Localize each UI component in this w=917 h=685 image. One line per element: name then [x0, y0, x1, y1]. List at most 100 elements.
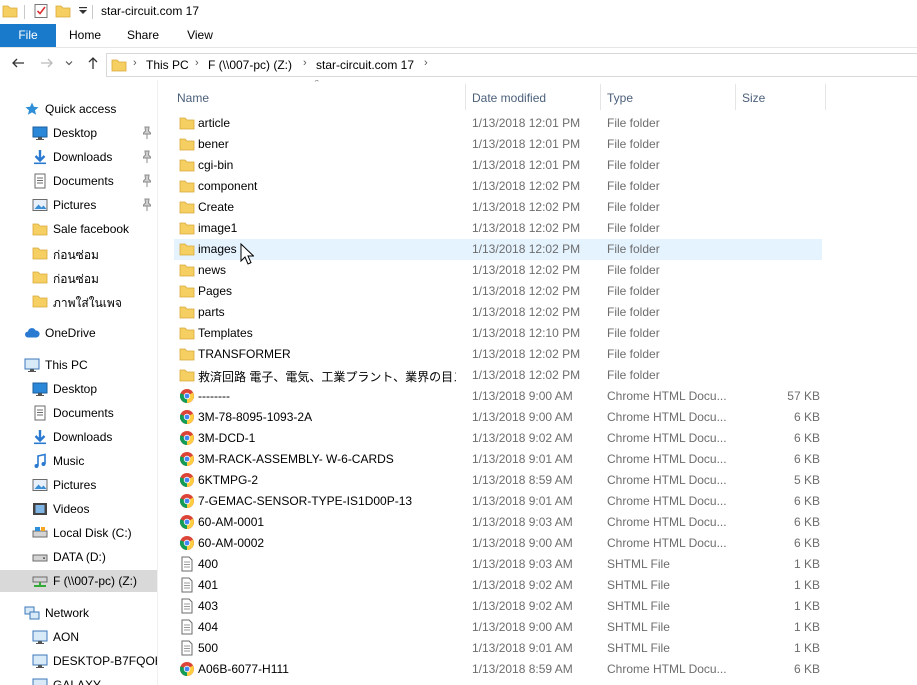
file-name[interactable]: images — [198, 242, 456, 256]
file-name[interactable]: 404 — [198, 620, 456, 634]
column-header-name[interactable]: Name — [177, 86, 209, 110]
file-name[interactable]: 403 — [198, 599, 456, 613]
file-name[interactable]: -------- — [198, 389, 456, 403]
chevron-right-icon[interactable]: › — [195, 57, 199, 69]
file-name[interactable]: 60-AM-0001 — [198, 515, 456, 529]
sidebar-item[interactable]: Quick access — [0, 98, 157, 120]
file-row[interactable]: news 1/13/2018 12:02 PM File folder — [174, 260, 822, 281]
breadcrumb-current-folder[interactable]: star-circuit.com 17 — [316, 58, 414, 72]
recent-locations-button[interactable] — [63, 54, 75, 72]
sidebar-item[interactable]: Desktop — [0, 378, 157, 400]
column-header-type[interactable]: Type — [607, 86, 633, 110]
file-name[interactable]: Pages — [198, 284, 456, 298]
folder-icon[interactable] — [2, 3, 18, 19]
sidebar-item[interactable]: Documents — [0, 170, 157, 192]
tab-home[interactable]: Home — [62, 24, 108, 47]
file-row[interactable]: 500 1/13/2018 9:01 AM SHTML File 1 KB — [174, 638, 822, 659]
file-name[interactable]: article — [198, 116, 456, 130]
sidebar-item[interactable]: Downloads — [0, 146, 157, 168]
file-row[interactable]: 404 1/13/2018 9:00 AM SHTML File 1 KB — [174, 617, 822, 638]
back-button[interactable] — [9, 54, 27, 72]
file-row[interactable]: -------- 1/13/2018 9:00 AM Chrome HTML Doc… — [174, 386, 822, 407]
column-divider[interactable] — [735, 84, 736, 110]
forward-button[interactable] — [38, 54, 56, 72]
file-row[interactable]: 401 1/13/2018 9:02 AM SHTML File 1 KB — [174, 575, 822, 596]
sidebar-item[interactable]: This PC — [0, 354, 157, 376]
sidebar-item[interactable]: Local Disk (C:) — [0, 522, 157, 544]
sidebar-item[interactable]: Music — [0, 450, 157, 472]
sidebar-item[interactable]: ภาพใส่ในเพจ — [0, 290, 157, 312]
file-name[interactable]: 救済回路 電子、電気、工業プラント、業界の目スタ... — [198, 368, 456, 385]
sidebar-item[interactable]: DATA (D:) — [0, 546, 157, 568]
sidebar-item[interactable]: GALAXY — [0, 674, 157, 685]
sidebar-item[interactable]: Desktop — [0, 122, 157, 144]
scrollbar[interactable] — [157, 80, 158, 685]
file-row[interactable]: images 1/13/2018 12:02 PM File folder — [174, 239, 822, 260]
file-name[interactable]: 6KTMPG-2 — [198, 473, 456, 487]
breadcrumb-drive[interactable]: F (\\007-pc) (Z:) — [208, 58, 292, 72]
file-row[interactable]: 60-AM-0002 1/13/2018 9:00 AM Chrome HTML D… — [174, 533, 822, 554]
file-row[interactable]: 3M-RACK-ASSEMBLY- W-6-CARDS 1/13/2018 9:0… — [174, 449, 822, 470]
column-header-size[interactable]: Size — [742, 86, 765, 110]
file-row[interactable]: 60-AM-0001 1/13/2018 9:03 AM Chrome HTML D… — [174, 512, 822, 533]
column-divider[interactable] — [825, 84, 826, 110]
file-name[interactable]: news — [198, 263, 456, 277]
sidebar-item[interactable]: F (\\007-pc) (Z:) — [0, 570, 157, 592]
file-row[interactable]: 403 1/13/2018 9:02 AM SHTML File 1 KB — [174, 596, 822, 617]
chevron-right-icon[interactable]: › — [133, 57, 137, 69]
breadcrumb-this-pc[interactable]: This PC — [146, 58, 189, 72]
file-row[interactable]: 7-GEMAC-SENSOR-TYPE-IS1D00P-13 1/13/2018 … — [174, 491, 822, 512]
file-name[interactable]: 7-GEMAC-SENSOR-TYPE-IS1D00P-13 — [198, 494, 456, 508]
sidebar-item[interactable]: AON — [0, 626, 157, 648]
file-row[interactable]: image1 1/13/2018 12:02 PM File folder — [174, 218, 822, 239]
tab-view[interactable]: View — [178, 24, 222, 47]
properties-icon[interactable] — [33, 3, 49, 19]
sidebar-item[interactable]: Videos — [0, 498, 157, 520]
file-name[interactable]: 3M-DCD-1 — [198, 431, 456, 445]
column-divider[interactable] — [600, 84, 601, 110]
file-row[interactable]: 3M-DCD-1 1/13/2018 9:02 AM Chrome HTML Doc… — [174, 428, 822, 449]
sidebar-item[interactable]: Pictures — [0, 194, 157, 216]
file-name[interactable]: cgi-bin — [198, 158, 456, 172]
file-name[interactable]: 500 — [198, 641, 456, 655]
file-name[interactable]: 3M-78-8095-1093-2A — [198, 410, 456, 424]
file-row[interactable]: Pages 1/13/2018 12:02 PM File folder — [174, 281, 822, 302]
file-name[interactable]: 3M-RACK-ASSEMBLY- W-6-CARDS — [198, 452, 456, 466]
file-row[interactable]: Templates 1/13/2018 12:10 PM File folder — [174, 323, 822, 344]
sidebar-item[interactable]: ก่อนซ่อม — [0, 266, 157, 288]
file-name[interactable]: TRANSFORMER — [198, 347, 456, 361]
file-name[interactable]: parts — [198, 305, 456, 319]
sidebar-item[interactable]: OneDrive — [0, 322, 157, 344]
file-name[interactable]: 60-AM-0002 — [198, 536, 456, 550]
sidebar-item[interactable]: Pictures — [0, 474, 157, 496]
file-row[interactable]: parts 1/13/2018 12:02 PM File folder — [174, 302, 822, 323]
column-divider[interactable] — [465, 84, 466, 110]
file-name[interactable]: component — [198, 179, 456, 193]
customize-dropdown-icon[interactable] — [75, 3, 91, 19]
file-name[interactable]: 400 — [198, 557, 456, 571]
sidebar-item[interactable]: Downloads — [0, 426, 157, 448]
sidebar-item[interactable]: Documents — [0, 402, 157, 424]
tab-file[interactable]: File — [0, 24, 56, 47]
file-row[interactable]: cgi-bin 1/13/2018 12:01 PM File folder — [174, 155, 822, 176]
sidebar-item[interactable]: DESKTOP-B7FQOHI — [0, 650, 157, 672]
file-row[interactable]: Create 1/13/2018 12:02 PM File folder — [174, 197, 822, 218]
file-row[interactable]: 6KTMPG-2 1/13/2018 8:59 AM Chrome HTML Doc… — [174, 470, 822, 491]
file-name[interactable]: bener — [198, 137, 456, 151]
chevron-right-icon[interactable]: › — [424, 57, 428, 69]
file-row[interactable]: 3M-78-8095-1093-2A 1/13/2018 9:00 AM Chrom… — [174, 407, 822, 428]
file-row[interactable]: article 1/13/2018 12:01 PM File folder — [174, 113, 822, 134]
file-row[interactable]: A06B-6077-H111 1/13/2018 8:59 AM Chrome HT… — [174, 659, 822, 680]
file-row[interactable]: 救済回路 電子、電気、工業プラント、業界の目スタ... 1/13/2018 12:… — [174, 365, 822, 386]
sidebar-item[interactable]: Network — [0, 602, 157, 624]
file-name[interactable]: 401 — [198, 578, 456, 592]
file-row[interactable]: component 1/13/2018 12:02 PM File folder — [174, 176, 822, 197]
chevron-right-icon[interactable]: › — [303, 57, 307, 69]
up-button[interactable] — [84, 54, 102, 72]
file-row[interactable]: bener 1/13/2018 12:01 PM File folder — [174, 134, 822, 155]
file-row[interactable]: 400 1/13/2018 9:03 AM SHTML File 1 KB — [174, 554, 822, 575]
sidebar-item[interactable]: ก่อนซ่อม — [0, 242, 157, 264]
tab-share[interactable]: Share — [120, 24, 166, 47]
file-row[interactable]: TRANSFORMER 1/13/2018 12:02 PM File folder — [174, 344, 822, 365]
file-name[interactable]: Create — [198, 200, 456, 214]
